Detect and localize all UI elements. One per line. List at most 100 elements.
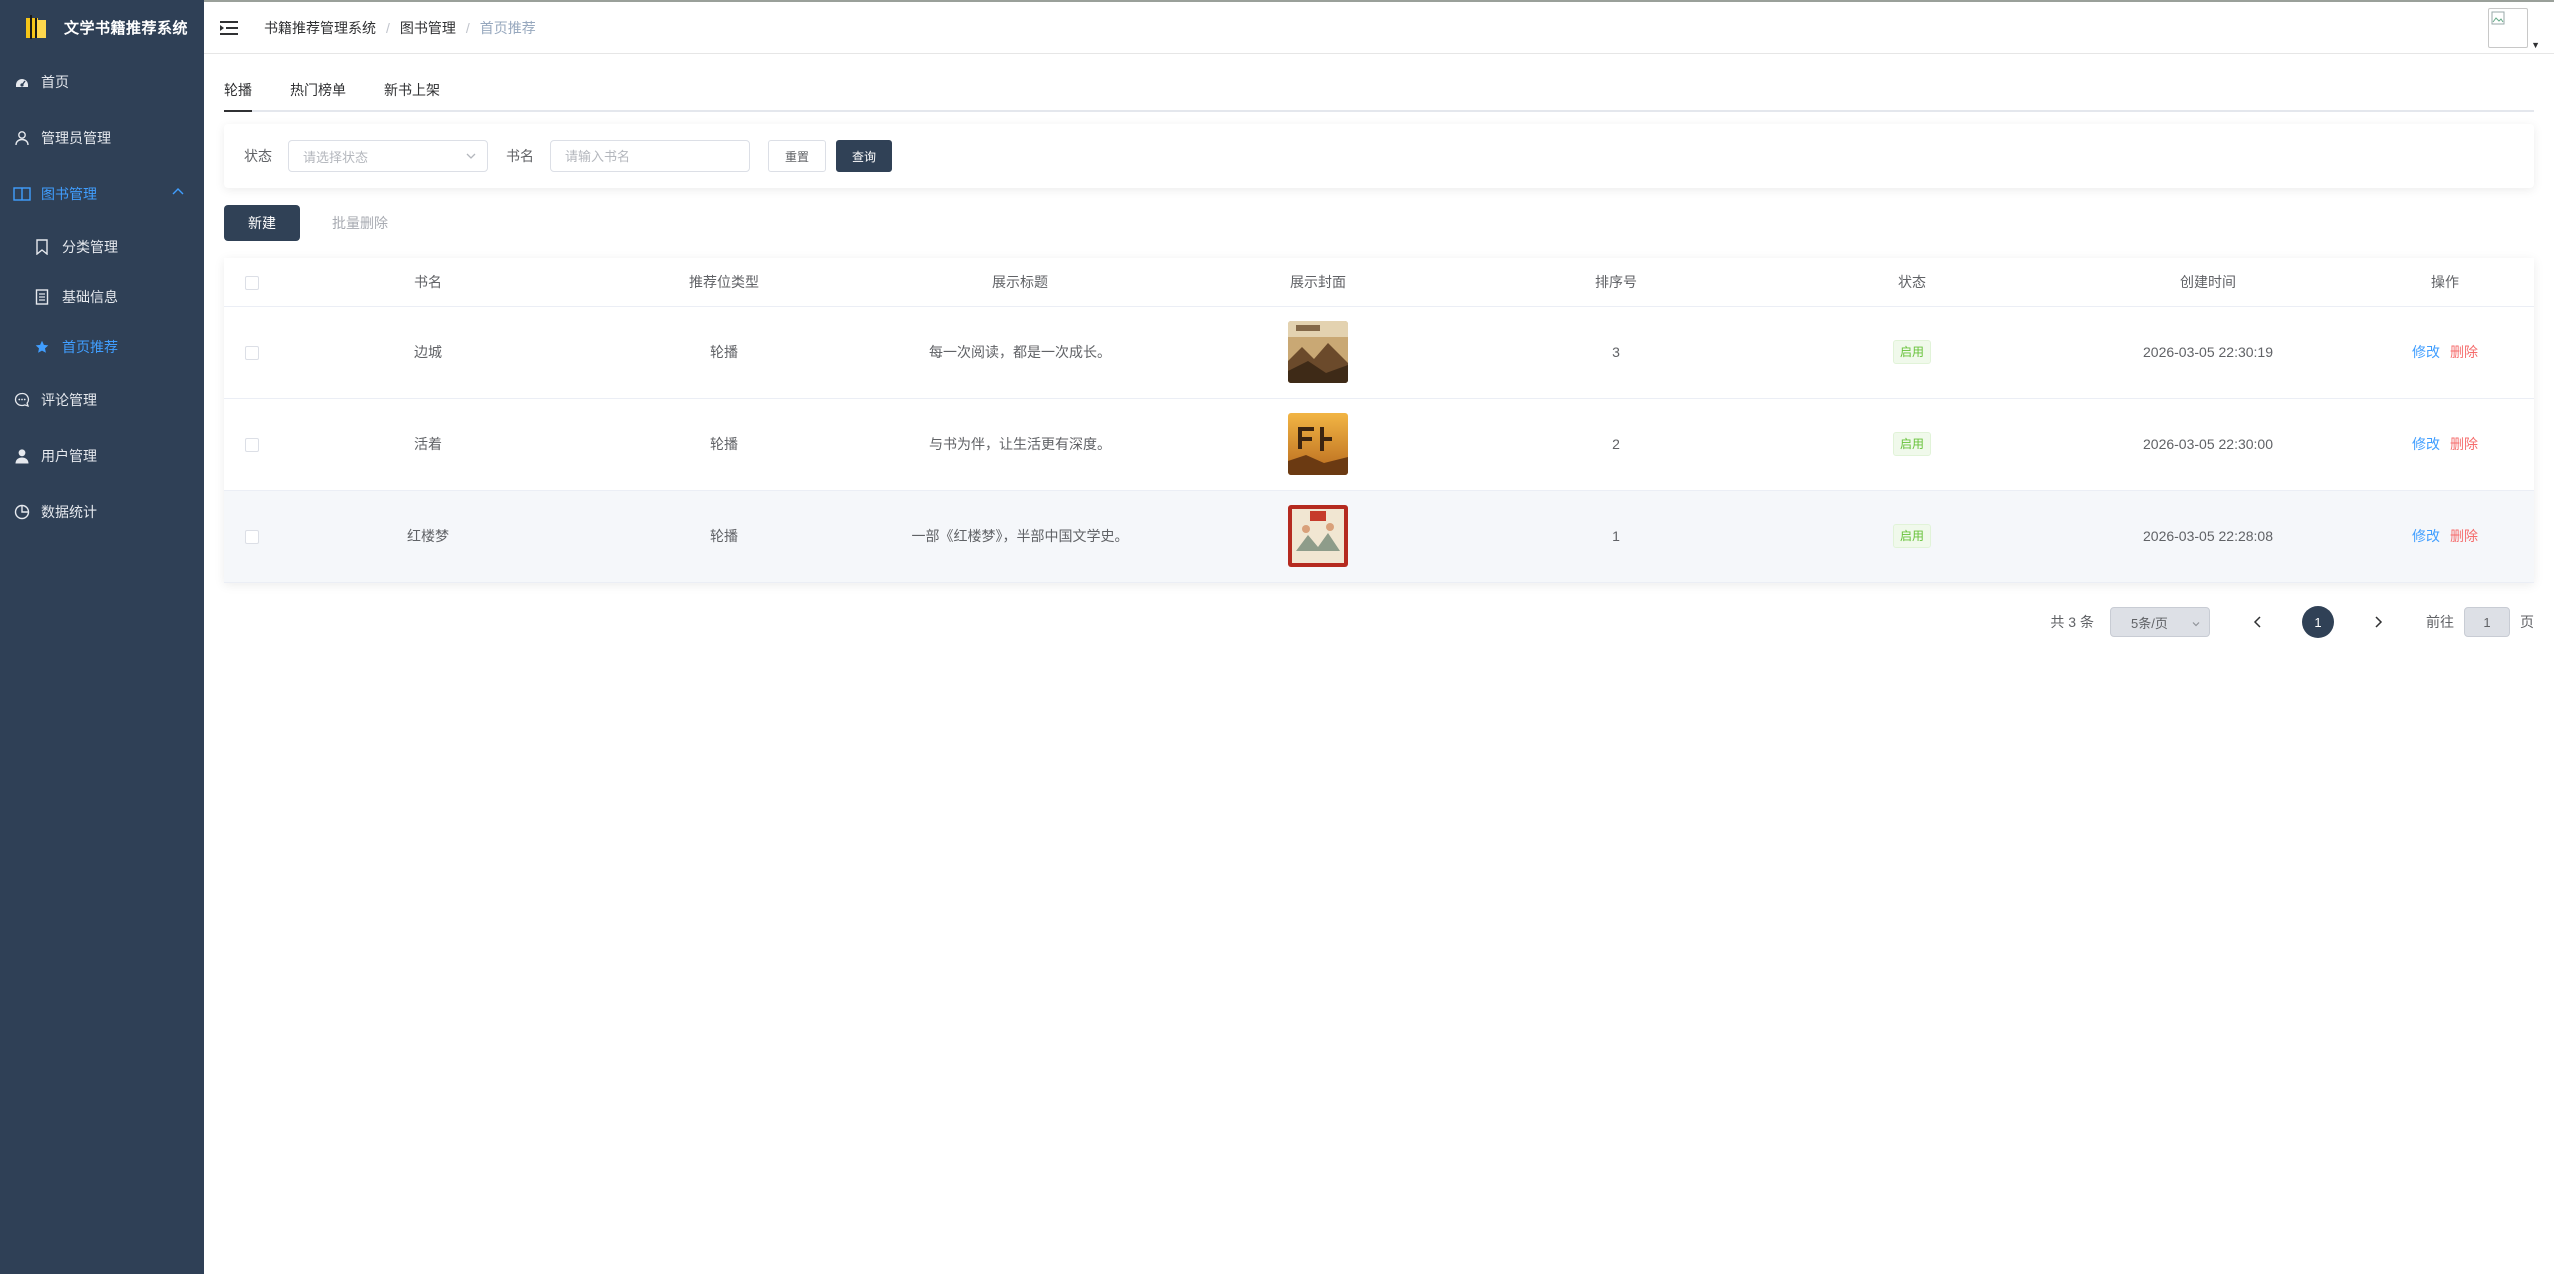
recommend-type-cell: 轮播 [576,490,872,583]
operations-cell: 修改 删除 [2356,490,2534,583]
row-checkbox[interactable] [245,438,259,453]
edit-link[interactable]: 修改 [2412,528,2440,544]
sort-number-cell: 2 [1468,398,1764,491]
sidebar-item-users[interactable]: 用户管理 [0,428,204,484]
edit-link[interactable]: 修改 [2412,436,2440,452]
breadcrumb-item-books[interactable]: 图书管理 [400,18,456,38]
book-name-cell: 红楼梦 [280,490,576,583]
pagination: 共 3 条 5条/页 1 前往 页 [2050,606,2534,638]
sidebar-item-label: 基础信息 [62,289,118,305]
cover-cell [1168,306,1468,399]
row-checkbox[interactable] [245,346,259,361]
sidebar-item-label: 评论管理 [41,392,97,408]
caret-down-icon[interactable]: ▼ [2531,40,2540,50]
page-size-select[interactable]: 5条/页 [2110,607,2210,637]
delete-link[interactable]: 删除 [2450,436,2478,452]
sidebar-item-label: 分类管理 [62,239,118,255]
breadcrumb-separator: / [386,19,390,36]
edit-link[interactable]: 修改 [2412,344,2440,360]
column-header: 排序号 [1468,258,1764,307]
next-page-button[interactable] [2364,608,2392,636]
sidebar-item-admin[interactable]: 管理员管理 [0,110,204,166]
table-row: 红楼梦 轮播 一部《红楼梦》，半部中国文学史。 1 启用 2026-03-05 … [224,490,2534,583]
display-title-cell: 每一次阅读，都是一次成长。 [872,306,1168,399]
sort-number-cell: 3 [1468,306,1764,399]
breadcrumb-item-current: 首页推荐 [479,19,536,36]
search-button[interactable]: 查询 [836,140,892,172]
cover-cell [1168,490,1468,583]
recommend-tabs: 轮播 热门榜单 新书上架 [224,56,2534,112]
select-all-cell [224,258,280,307]
status-cell: 启用 [1764,306,2060,399]
delete-link[interactable]: 删除 [2450,344,2478,360]
sort-number-cell: 1 [1468,490,1764,583]
recommend-table: 书名 推荐位类型 展示标题 展示封面 排序号 状态 创建时间 操作 边城 轮播 … [224,258,2534,583]
book-name-cell: 边城 [280,306,576,399]
display-title-cell: 与书为伴，让生活更有深度。 [872,398,1168,491]
tab-hot-list[interactable]: 热门榜单 [290,80,346,110]
action-row: 新建 批量删除 [224,188,2534,258]
delete-link[interactable]: 删除 [2450,528,2478,544]
prev-page-button[interactable] [2244,608,2272,636]
display-title-cell: 一部《红楼梦》，半部中国文学史。 [872,490,1168,583]
book-name-filter-label: 书名 [506,148,534,164]
created-time-cell: 2026-03-05 22:30:19 [2060,306,2356,399]
cover-image[interactable] [1288,321,1348,383]
cover-cell [1168,398,1468,491]
sidebar-item-home[interactable]: 首页 [0,54,204,110]
app-title: 文学书籍推荐系统 [64,19,189,37]
pagination-total: 共 3 条 [2050,614,2094,630]
goto-page-input[interactable] [2464,607,2510,637]
menu-fold-icon[interactable] [220,19,240,37]
sidebar-item-label: 首页 [41,74,69,90]
page-suffix-label: 页 [2520,614,2534,630]
batch-delete-button[interactable]: 批量删除 [332,213,388,233]
user-menu[interactable]: ▼ [2488,8,2540,50]
created-time-cell: 2026-03-05 22:28:08 [2060,490,2356,583]
column-header: 状态 [1764,258,2060,307]
pie-chart-icon [13,503,31,521]
breadcrumb-separator: / [465,19,470,36]
filter-bar: 状态 请选择状态 书名 重置 查询 [224,124,2534,188]
user-solid-icon [13,447,31,465]
new-button[interactable]: 新建 [224,205,300,241]
breadcrumb-item-system[interactable]: 书籍推荐管理系统 [264,18,376,38]
sidebar-item-comments[interactable]: 评论管理 [0,372,204,428]
sidebar-item-label: 用户管理 [41,448,97,464]
sidebar-item-label: 数据统计 [41,504,97,520]
select-all-checkbox[interactable] [245,275,259,290]
status-cell: 启用 [1764,398,2060,491]
sidebar-item-label: 首页推荐 [62,339,118,355]
page-number-current[interactable]: 1 [2302,606,2334,638]
column-header: 推荐位类型 [576,258,872,307]
logo-icon [22,12,52,42]
cover-image[interactable] [1288,505,1348,567]
sidebar-item-basic-info[interactable]: 基础信息 [0,272,204,322]
column-header: 展示标题 [872,258,1168,307]
operations-cell: 修改 删除 [2356,306,2534,399]
recommend-type-cell: 轮播 [576,306,872,399]
row-select-cell [224,398,280,491]
table-header-row: 书名 推荐位类型 展示标题 展示封面 排序号 状态 创建时间 操作 [224,258,2534,307]
tab-new-books[interactable]: 新书上架 [384,80,440,110]
created-time-cell: 2026-03-05 22:30:00 [2060,398,2356,491]
book-open-icon [13,185,31,203]
row-select-cell [224,490,280,583]
main-content: 轮播 热门榜单 新书上架 状态 请选择状态 书名 重置 查询 新建 批量删除 [204,56,2554,1274]
book-name-input[interactable] [550,140,750,172]
row-checkbox[interactable] [245,530,259,545]
bookmark-icon [34,239,50,255]
reset-button[interactable]: 重置 [768,140,826,172]
sidebar-item-home-recommend[interactable]: 首页推荐 [0,322,204,372]
brand: 文学书籍推荐系统 [0,0,204,54]
status-select[interactable]: 请选择状态 [288,140,488,172]
row-select-cell [224,306,280,399]
sidebar-item-stats[interactable]: 数据统计 [0,484,204,540]
tab-carousel[interactable]: 轮播 [224,80,252,112]
cover-image[interactable] [1288,413,1348,475]
sidebar-item-books[interactable]: 图书管理 [0,166,204,222]
chevron-down-icon [2191,617,2201,632]
sidebar-item-category[interactable]: 分类管理 [0,222,204,272]
avatar[interactable] [2488,8,2529,48]
sidebar-item-label: 管理员管理 [41,130,111,146]
